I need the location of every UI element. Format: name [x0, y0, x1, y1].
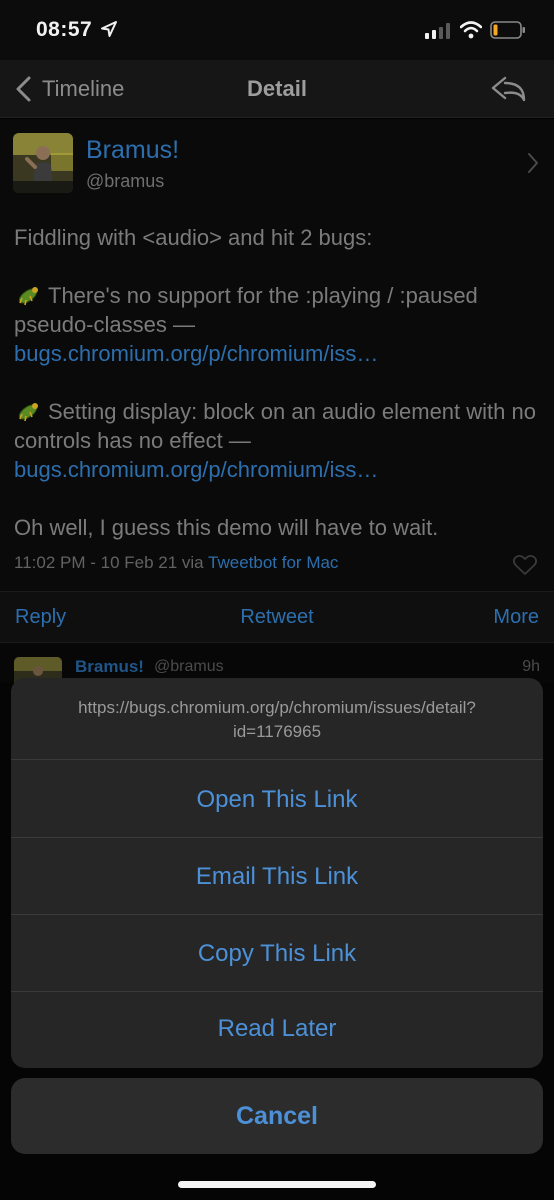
reply-button[interactable]: Reply	[15, 606, 66, 629]
author-name[interactable]: Bramus!	[86, 136, 179, 165]
chevron-right-icon[interactable]	[526, 151, 540, 175]
avatar-photo-icon	[13, 133, 73, 193]
reply-arrow-icon[interactable]	[490, 74, 528, 104]
tweet-actions-bar: Reply Retweet More	[0, 591, 554, 643]
tweet-bug-2: Setting display: block on an audio eleme…	[14, 397, 544, 484]
read-later-button[interactable]: Read Later	[11, 992, 543, 1068]
tweet-bug-2-link[interactable]: bugs.chromium.org/p/chromium/iss…	[14, 457, 378, 482]
tweet-timestamp: 11:02 PM - 10 Feb 21 via	[14, 553, 209, 572]
reply-time: 9h	[522, 658, 540, 675]
avatar[interactable]	[13, 133, 73, 193]
open-link-button[interactable]: Open This Link	[11, 761, 543, 838]
tweet-bug-1-link[interactable]: bugs.chromium.org/p/chromium/iss…	[14, 341, 378, 366]
reply-author-handle: @bramus	[154, 658, 224, 675]
status-bar: 08:57	[0, 0, 554, 60]
tweet-bug-1-text: There's no support for the :playing / :p…	[14, 283, 478, 337]
home-indicator[interactable]	[178, 1181, 376, 1188]
reply-author-name: Bramus!	[75, 657, 144, 676]
tweet-outro: Oh well, I guess this demo will have to …	[14, 515, 439, 540]
tweet-detail: Bramus! @bramus Fiddling with <audio> an…	[0, 119, 554, 591]
reply-list-item[interactable]: Bramus! @bramus 9h	[0, 643, 554, 697]
heart-icon[interactable]	[512, 554, 538, 576]
bug-emoji-icon	[18, 287, 38, 306]
navigation-bar: Timeline Detail	[0, 60, 554, 118]
retweet-button[interactable]: Retweet	[240, 606, 313, 628]
more-button[interactable]: More	[493, 606, 539, 629]
bug-emoji-icon	[18, 403, 38, 422]
cancel-button[interactable]: Cancel	[11, 1078, 543, 1154]
email-link-button[interactable]: Email This Link	[11, 838, 543, 915]
page-title: Detail	[247, 76, 307, 101]
tweet-meta: 11:02 PM - 10 Feb 21 via Tweetbot for Ma…	[14, 553, 338, 573]
battery-low-icon	[490, 21, 525, 39]
status-time: 08:57	[36, 18, 93, 41]
author-handle: @bramus	[86, 171, 165, 191]
link-action-sheet: https://bugs.chromium.org/p/chromium/iss…	[11, 678, 543, 1068]
tweet-bug-2-text: Setting display: block on an audio eleme…	[14, 399, 536, 453]
cellular-signal-icon	[425, 23, 450, 39]
copy-link-button[interactable]: Copy This Link	[11, 915, 543, 992]
wifi-icon	[460, 21, 482, 39]
tweet-body: Fiddling with <audio> and hit 2 bugs: Th…	[14, 223, 544, 542]
tweet-bug-1: There's no support for the :playing / :p…	[14, 281, 544, 368]
tweet-client-link[interactable]: Tweetbot for Mac	[208, 553, 338, 572]
sheet-url: https://bugs.chromium.org/p/chromium/iss…	[11, 678, 543, 760]
location-arrow-icon	[101, 21, 117, 37]
tweet-intro: Fiddling with <audio> and hit 2 bugs:	[14, 225, 373, 250]
